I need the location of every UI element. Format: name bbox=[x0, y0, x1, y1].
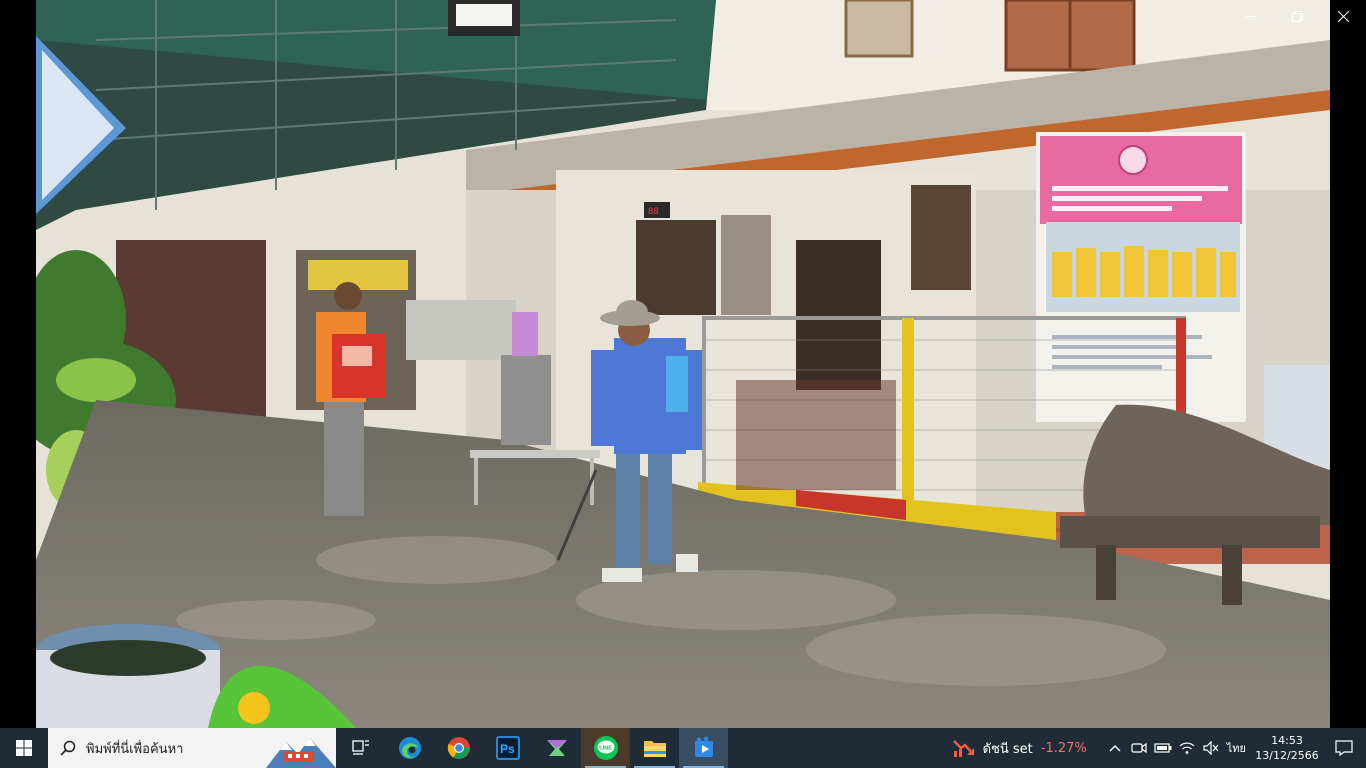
stock-change: -1.27% bbox=[1040, 740, 1087, 756]
meet-now-icon[interactable] bbox=[1127, 728, 1151, 768]
chevron-up-icon[interactable] bbox=[1103, 728, 1127, 768]
filmora-button[interactable] bbox=[532, 728, 581, 768]
search-highlight-art bbox=[266, 738, 336, 768]
stock-widget[interactable]: ดัชนี set -1.27% bbox=[952, 738, 1087, 759]
video-frame[interactable]: 88 bbox=[36, 0, 1330, 728]
volume-muted-icon[interactable] bbox=[1199, 728, 1223, 768]
notification-center-icon[interactable] bbox=[1322, 728, 1366, 768]
close-icon[interactable] bbox=[1320, 0, 1366, 32]
clock-time: 14:53 bbox=[1271, 734, 1303, 747]
edge-icon bbox=[398, 737, 421, 759]
task-view-button[interactable] bbox=[336, 728, 385, 768]
video-scene: 88 bbox=[36, 0, 1330, 728]
search-placeholder: พิมพ์ที่นี่เพื่อค้นหา bbox=[86, 741, 184, 757]
search-icon bbox=[60, 740, 76, 756]
window-controls bbox=[1228, 0, 1366, 32]
taskbar: พิมพ์ที่นี่เพื่อค้นหา Ps LINE ดัชนี set … bbox=[0, 728, 1366, 768]
input-language[interactable]: ไทย bbox=[1227, 739, 1246, 757]
task-view-icon bbox=[351, 740, 369, 755]
photoshop-button[interactable]: Ps bbox=[483, 728, 532, 768]
search-box[interactable]: พิมพ์ที่นี่เพื่อค้นหา bbox=[48, 728, 336, 768]
video-player-window: 88 bbox=[0, 0, 1366, 728]
restore-icon[interactable] bbox=[1274, 0, 1320, 32]
folder-icon bbox=[643, 741, 666, 757]
minimize-icon[interactable] bbox=[1228, 0, 1274, 32]
stock-chart-icon bbox=[952, 740, 974, 757]
chrome-icon bbox=[447, 737, 470, 759]
filmora-icon bbox=[546, 740, 567, 756]
svg-text:LINE: LINE bbox=[599, 746, 612, 752]
wifi-icon[interactable] bbox=[1175, 728, 1199, 768]
clock[interactable]: 14:53 13/12/2566 bbox=[1252, 733, 1322, 763]
start-button[interactable] bbox=[0, 728, 48, 768]
system-tray: ดัชนี set -1.27% ไทย 14:53 13/12/2566 bbox=[952, 728, 1366, 768]
battery-icon[interactable] bbox=[1151, 728, 1175, 768]
line-icon: LINE bbox=[593, 736, 618, 760]
file-explorer-button[interactable] bbox=[630, 728, 679, 768]
line-button[interactable]: LINE bbox=[581, 728, 630, 768]
svg-text:88: 88 bbox=[648, 207, 659, 217]
video-player-button[interactable] bbox=[679, 728, 728, 768]
photoshop-icon: Ps bbox=[495, 736, 520, 760]
stock-name: ดัชนี set bbox=[982, 741, 1033, 757]
windows-logo-icon bbox=[16, 740, 32, 756]
svg-text:Ps: Ps bbox=[500, 742, 515, 756]
chrome-button[interactable] bbox=[434, 728, 483, 768]
video-player-icon bbox=[694, 736, 713, 757]
clock-date: 13/12/2566 bbox=[1255, 749, 1319, 762]
edge-button[interactable] bbox=[385, 728, 434, 768]
